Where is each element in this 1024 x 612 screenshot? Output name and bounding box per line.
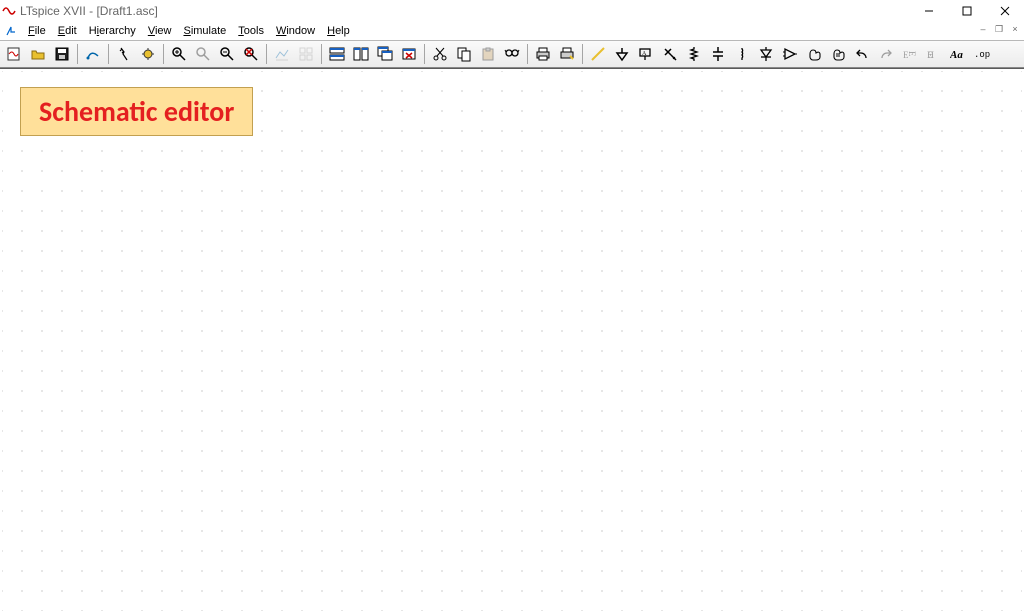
ground-button[interactable] (611, 43, 633, 65)
separator (582, 44, 583, 64)
delete-button[interactable] (659, 43, 681, 65)
wire-button[interactable] (587, 43, 609, 65)
control-panel-button[interactable] (82, 43, 104, 65)
minimize-button[interactable] (910, 0, 948, 22)
save-button[interactable] (51, 43, 73, 65)
move-button[interactable] (803, 43, 825, 65)
window-title: LTspice XVII - [Draft1.asc] (20, 4, 158, 18)
cut-button[interactable] (429, 43, 451, 65)
menu-view[interactable]: View (142, 25, 178, 37)
mdi-restore[interactable]: ❐ (992, 22, 1006, 36)
tile-vertical-button[interactable] (350, 43, 372, 65)
redo-button[interactable] (875, 43, 897, 65)
toolbar: A EE EE Aa .op (0, 40, 1024, 68)
separator (266, 44, 267, 64)
mdi-close[interactable]: × (1008, 22, 1022, 36)
menu-help[interactable]: Help (321, 25, 356, 37)
dot-grid (2, 71, 1022, 611)
rotate-button[interactable]: EE (899, 43, 921, 65)
menu-file[interactable]: File (22, 25, 52, 37)
menu-tools[interactable]: Tools (232, 25, 270, 37)
inductor-button[interactable] (731, 43, 753, 65)
maximize-button[interactable] (948, 0, 986, 22)
close-window-button[interactable] (398, 43, 420, 65)
app-icon (2, 4, 16, 18)
separator (527, 44, 528, 64)
menu-hierarchy[interactable]: Hierarchy (83, 25, 142, 37)
mirror-button[interactable]: EE (923, 43, 945, 65)
pan-button[interactable] (192, 43, 214, 65)
capacitor-button[interactable] (707, 43, 729, 65)
print-setup-button[interactable] (556, 43, 578, 65)
paste-button[interactable] (477, 43, 499, 65)
mdi-minimize[interactable]: – (976, 22, 990, 36)
cascade-button[interactable] (374, 43, 396, 65)
menu-bar: File Edit Hierarchy View Simulate Tools … (0, 22, 1024, 40)
mdi-system-icon[interactable] (4, 24, 18, 38)
find-button[interactable] (501, 43, 523, 65)
svg-text:Aa: Aa (950, 49, 963, 61)
drag-button[interactable] (827, 43, 849, 65)
print-button[interactable] (532, 43, 554, 65)
spice-directive-button[interactable]: .op (971, 43, 993, 65)
component-button[interactable] (779, 43, 801, 65)
svg-text:E: E (928, 50, 934, 60)
close-button[interactable] (986, 0, 1024, 22)
copy-button[interactable] (453, 43, 475, 65)
zoom-in-button[interactable] (168, 43, 190, 65)
title-bar: LTspice XVII - [Draft1.asc] (0, 0, 1024, 22)
separator (108, 44, 109, 64)
separator (163, 44, 164, 64)
separator (321, 44, 322, 64)
schematic-canvas[interactable]: Schematic editor (0, 68, 1024, 612)
autorange-button[interactable] (271, 43, 293, 65)
svg-text:E: E (907, 51, 917, 57)
diode-button[interactable] (755, 43, 777, 65)
overlay-label-text: Schematic editor (39, 94, 234, 129)
run-button[interactable] (113, 43, 135, 65)
text-button[interactable]: Aa (947, 43, 969, 65)
label-button[interactable]: A (635, 43, 657, 65)
pick-data-button[interactable] (295, 43, 317, 65)
open-button[interactable] (27, 43, 49, 65)
zoom-fit-button[interactable] (240, 43, 262, 65)
new-schematic-button[interactable] (3, 43, 25, 65)
menu-edit[interactable]: Edit (52, 25, 83, 37)
overlay-label-box: Schematic editor (20, 87, 253, 136)
resistor-button[interactable] (683, 43, 705, 65)
svg-text:.op: .op (974, 50, 990, 60)
zoom-out-button[interactable] (216, 43, 238, 65)
menu-window[interactable]: Window (270, 25, 321, 37)
menu-simulate[interactable]: Simulate (177, 25, 232, 37)
tile-horizontal-button[interactable] (326, 43, 348, 65)
undo-button[interactable] (851, 43, 873, 65)
separator (424, 44, 425, 64)
halt-button[interactable] (137, 43, 159, 65)
separator (77, 44, 78, 64)
